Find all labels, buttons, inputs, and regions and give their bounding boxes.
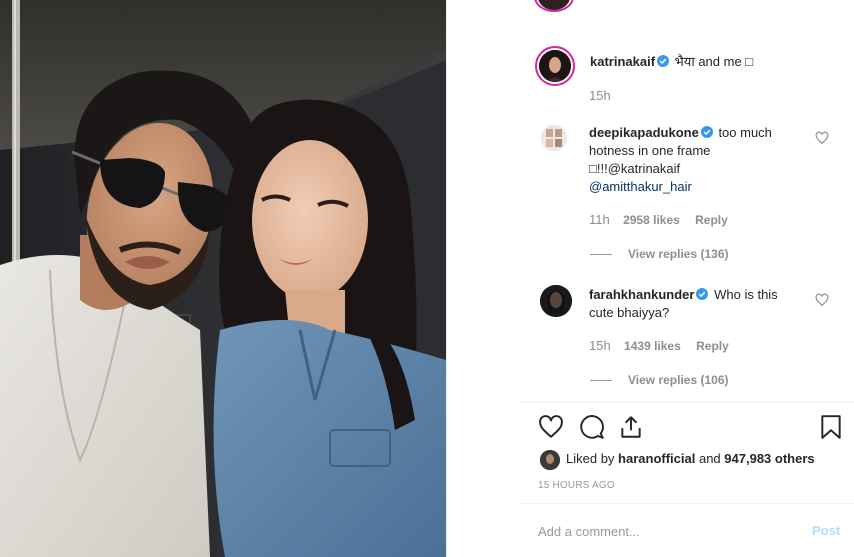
likes-user[interactable]: haranofficial <box>618 451 695 466</box>
likes-count[interactable]: 947,983 others <box>724 451 814 466</box>
heart-icon[interactable] <box>538 414 564 440</box>
comment-time[interactable]: 15h <box>589 338 611 353</box>
verified-badge-icon <box>657 55 670 67</box>
liker-avatar-image <box>540 450 560 470</box>
commenter-avatar[interactable] <box>541 125 567 151</box>
author-avatar[interactable] <box>539 50 571 82</box>
post-time[interactable]: 15h <box>589 88 611 103</box>
author-username[interactable]: katrinakaif <box>590 54 655 69</box>
author-avatar-image <box>539 50 571 82</box>
comment-likes[interactable]: 2958 likes <box>623 213 680 227</box>
liker-avatar[interactable] <box>540 450 560 470</box>
comment-mention[interactable]: @amitthakur_hair <box>589 179 692 194</box>
add-comment-input[interactable] <box>538 519 798 543</box>
commenter-avatar[interactable] <box>540 285 572 317</box>
comment-time[interactable]: 11h <box>589 212 610 227</box>
commenter-avatar-image <box>540 285 572 317</box>
comment: deepikapadukone too much hotness in one … <box>589 124 789 196</box>
verified-badge-icon <box>696 288 709 300</box>
likes-summary: Liked by haranofficial and 947,983 other… <box>566 451 815 466</box>
likes-and: and <box>698 451 721 466</box>
comment-meta: 11h 2958 likes Reply <box>589 212 728 227</box>
comment-like-heart-icon[interactable] <box>815 131 829 145</box>
likes-prefix: Liked by <box>566 451 615 466</box>
comment-likes[interactable]: 1439 likes <box>624 339 681 353</box>
bookmark-icon[interactable] <box>818 414 844 440</box>
replies-divider <box>590 380 612 381</box>
post-timestamp[interactable]: 15 HOURS AGO <box>538 480 615 491</box>
comment: farahkhankunder Who is this cute bhaiyya… <box>589 286 789 322</box>
panel-divider <box>446 0 447 557</box>
comment-divider <box>522 503 854 504</box>
view-replies-link[interactable]: View replies (106) <box>628 373 729 387</box>
comment-reply-button[interactable]: Reply <box>695 213 728 227</box>
post-comment-button[interactable]: Post <box>812 523 840 538</box>
comment-icon[interactable] <box>579 414 605 440</box>
photo-illustration <box>0 0 446 557</box>
comment-username[interactable]: farahkhankunder <box>589 287 694 302</box>
replies-divider <box>590 254 612 255</box>
comment-reply-button[interactable]: Reply <box>696 339 729 353</box>
post-caption: katrinakaif भैया and me □ <box>590 53 830 71</box>
comment-text-mention[interactable]: □!!!@katrinakaif <box>589 161 680 176</box>
post-side-panel <box>446 0 854 557</box>
post-photo[interactable] <box>0 0 446 557</box>
comment-username[interactable]: deepikapadukone <box>589 125 699 140</box>
actions-divider <box>522 402 854 403</box>
caption-text: भैया and me □ <box>674 54 754 69</box>
verified-badge-icon <box>700 126 713 138</box>
comment-meta: 15h 1439 likes Reply <box>589 338 729 353</box>
share-icon[interactable] <box>618 414 644 440</box>
commenter-avatar-image <box>541 125 567 151</box>
view-replies-link[interactable]: View replies (136) <box>628 247 729 261</box>
comment-like-heart-icon[interactable] <box>815 293 829 307</box>
